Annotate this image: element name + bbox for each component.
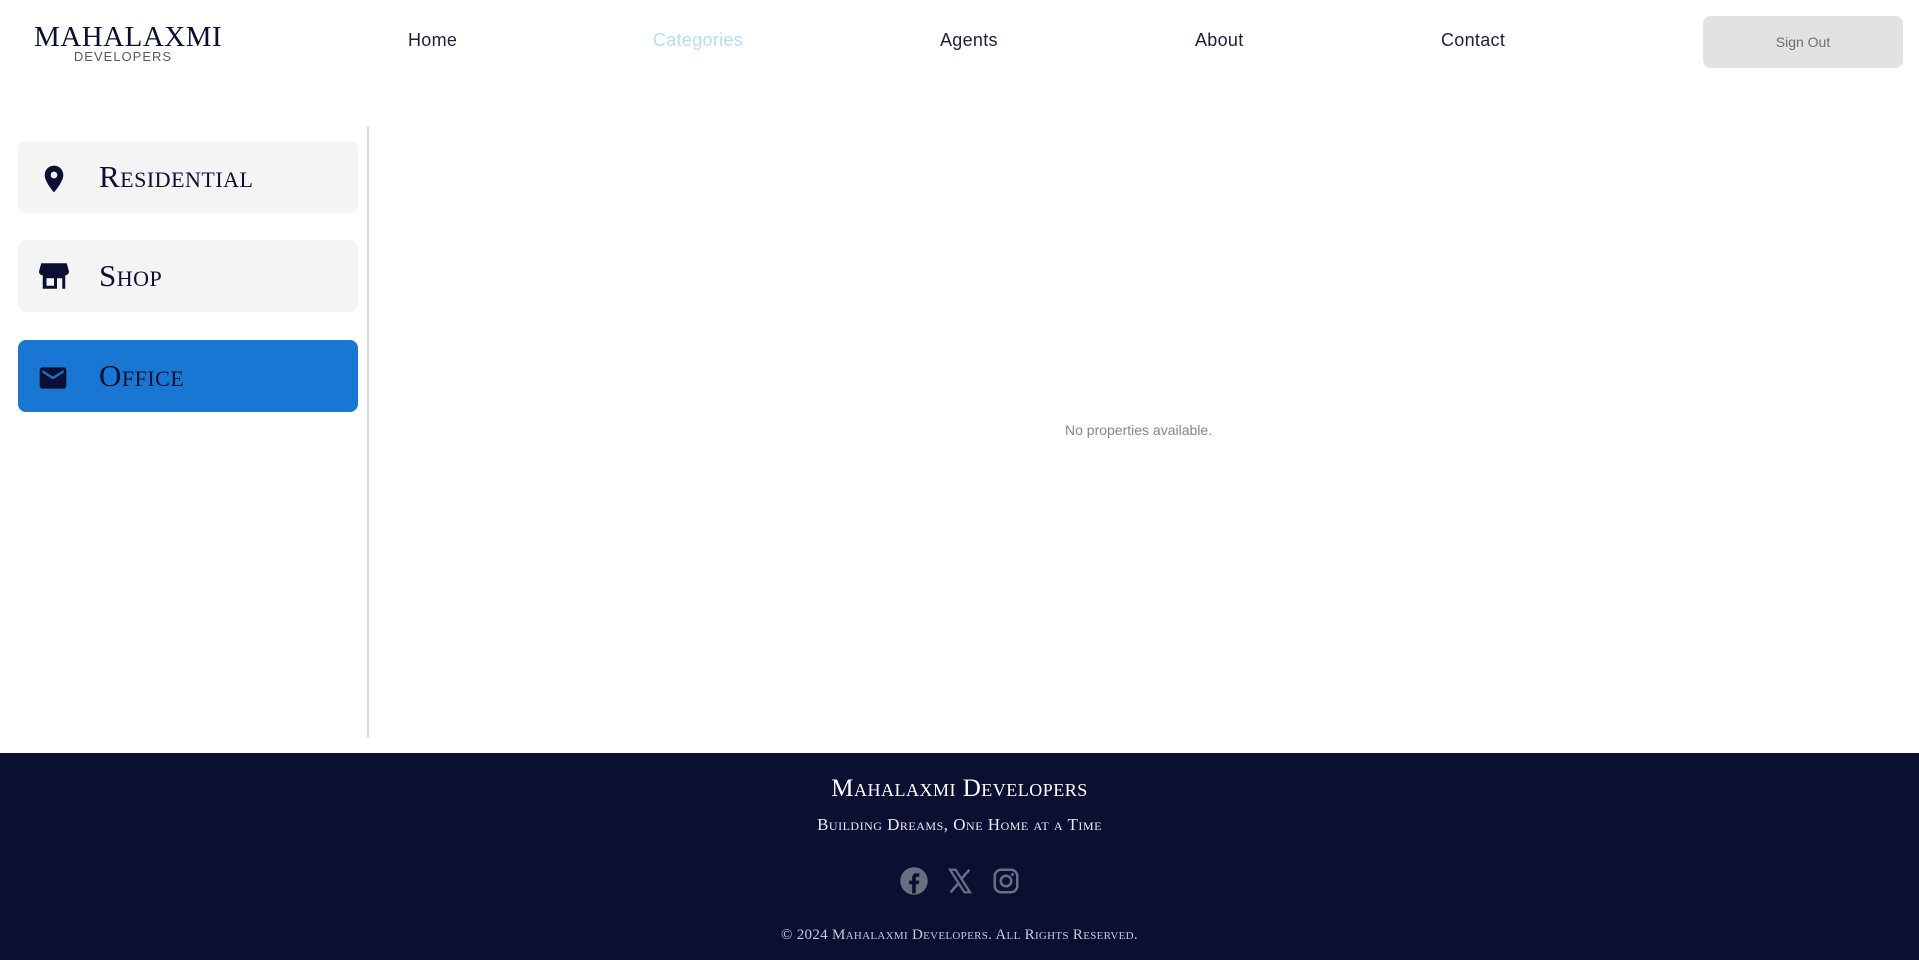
nav-agents[interactable]: Agents — [940, 30, 998, 51]
facebook-icon[interactable] — [899, 866, 929, 896]
footer: Mahalaxmi Developers Building Dreams, On… — [0, 753, 1919, 960]
category-label: Shop — [99, 258, 163, 293]
category-shop[interactable]: Shop — [18, 240, 358, 312]
nav-about[interactable]: About — [1195, 30, 1244, 51]
nav-home[interactable]: Home — [408, 30, 457, 51]
store-icon — [39, 263, 69, 289]
brand-name: MAHALAXMI — [34, 21, 223, 53]
category-sidebar: Residential Shop Office — [0, 127, 369, 737]
category-residential[interactable]: Residential — [18, 141, 358, 213]
footer-tagline: Building Dreams, One Home at a Time — [817, 815, 1102, 834]
top-navbar: MAHALAXMI DEVELOPERS Home Categories Age… — [0, 0, 1919, 84]
brand-logo[interactable]: MAHALAXMI DEVELOPERS — [34, 21, 223, 64]
copyright-text: © 2024 Mahalaxmi Developers. All Rights … — [781, 927, 1138, 943]
category-office[interactable]: Office — [18, 340, 358, 412]
location-pin-icon — [44, 165, 64, 193]
category-label: Office — [99, 358, 185, 393]
nav-contact[interactable]: Contact — [1441, 30, 1505, 51]
sign-out-button[interactable]: Sign Out — [1703, 16, 1903, 68]
footer-title: Mahalaxmi Developers — [831, 775, 1088, 802]
instagram-icon[interactable] — [991, 866, 1021, 896]
nav-categories[interactable]: Categories — [653, 30, 743, 51]
mail-icon — [39, 367, 67, 389]
empty-state-message: No properties available. — [1065, 422, 1213, 438]
category-label: Residential — [99, 159, 254, 194]
x-icon[interactable] — [945, 866, 975, 896]
